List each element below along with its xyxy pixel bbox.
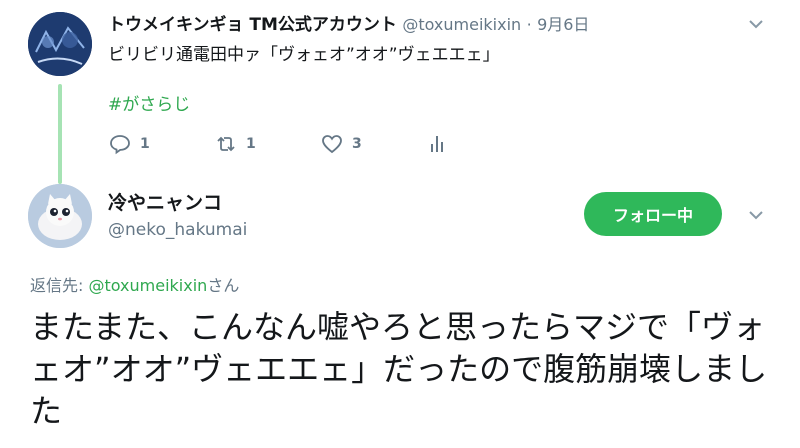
like-count: 3 xyxy=(352,136,362,152)
reply-to-line: 返信先: @toxumeikixinさん xyxy=(30,272,239,296)
tweet-text: またまた、こんなん嘘やろと思ったらマジで「ヴォェオ”オオ”ヴェエエェ」だったので… xyxy=(30,308,768,430)
chevron-down-icon[interactable] xyxy=(746,205,766,225)
following-button[interactable]: フォロー中 xyxy=(584,192,722,236)
avatar[interactable] xyxy=(28,184,92,248)
retweet-count: 1 xyxy=(246,136,256,152)
reply-count: 1 xyxy=(140,136,150,152)
like-icon xyxy=(322,135,342,154)
reply-icon xyxy=(110,135,130,155)
analytics-icon xyxy=(431,136,443,152)
reply-to-suffix: さん xyxy=(207,276,240,295)
reply-button[interactable]: 1 xyxy=(108,132,150,156)
user-handle[interactable]: @toxumeikixin xyxy=(402,15,521,34)
avatar[interactable] xyxy=(28,12,92,76)
goldfish-avatar-image xyxy=(28,12,92,76)
display-name[interactable]: トウメイキンギョ TM公式アカウント xyxy=(108,15,397,35)
tweet-header: トウメイキンギョ TM公式アカウント @toxumeikixin · 9月6日 xyxy=(108,10,589,35)
like-button[interactable]: 3 xyxy=(320,132,362,156)
retweet-icon xyxy=(217,136,235,152)
display-name[interactable]: 冷やニャンコ xyxy=(108,188,222,215)
tweet-text: ビリビリ通電田中ァ「ヴォェオ”オオ”ヴェエエェ」 xyxy=(108,45,500,65)
user-handle[interactable]: @neko_hakumai xyxy=(108,220,247,240)
cat-avatar-image xyxy=(28,184,92,248)
reply-to-prefix: 返信先: xyxy=(30,276,89,295)
tweet-date[interactable]: 9月6日 xyxy=(537,15,589,34)
reply-to-mention[interactable]: @toxumeikixin xyxy=(88,276,207,295)
hashtag-link[interactable]: #がさらじ xyxy=(108,90,190,115)
header-separator: · xyxy=(526,15,532,34)
thread-connector-line xyxy=(58,84,62,184)
analytics-button[interactable] xyxy=(426,132,450,156)
retweet-button[interactable]: 1 xyxy=(214,132,256,156)
chevron-down-icon[interactable] xyxy=(746,14,766,34)
